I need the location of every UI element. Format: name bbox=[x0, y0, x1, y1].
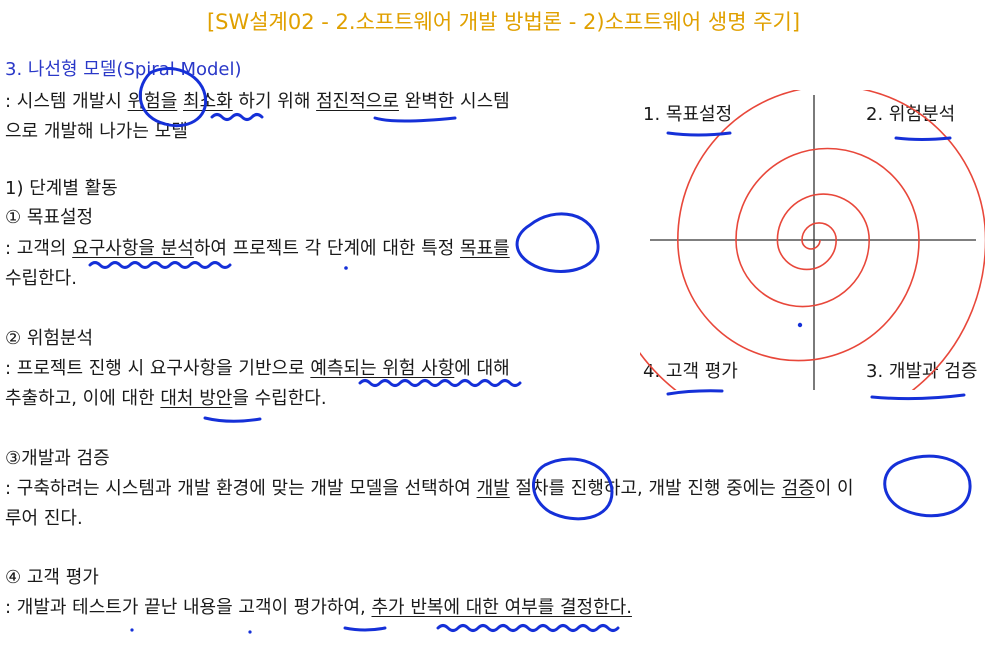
step3-keyword-verify: 검증 bbox=[781, 478, 815, 499]
spiral-model-diagram bbox=[640, 90, 985, 390]
ink-dot bbox=[130, 628, 134, 632]
step1-keyword-analysis: 요구사항을 분석 bbox=[72, 238, 194, 259]
ink-wave bbox=[88, 261, 232, 269]
keyword-incremental: 점진적으로 bbox=[316, 91, 399, 112]
ink-underline bbox=[373, 116, 457, 123]
ink-wave bbox=[210, 113, 264, 121]
step2-text: 에 대해 bbox=[454, 358, 510, 379]
step4-keyword-decision: 추가 반복에 대한 여부를 결정한다. bbox=[371, 597, 632, 618]
ink-wave bbox=[358, 379, 522, 387]
step2-title: ② 위험분석 bbox=[5, 328, 94, 349]
step2-text: 을 수립한다. bbox=[232, 388, 327, 409]
step2-line-1: : 프로젝트 진행 시 요구사항을 기반으로 예측되는 위험 사항에 대해 bbox=[5, 357, 510, 381]
step2-keyword-countermeasure: 대처 방안 bbox=[160, 388, 233, 409]
step3-text: 절차를 진행하고, 개발 진행 중에는 bbox=[509, 478, 782, 499]
step3-text: 이 이 bbox=[814, 478, 854, 499]
step1-line-1: : 고객의 요구사항을 분석하여 프로젝트 각 단계에 대한 특정 목표를 bbox=[5, 237, 510, 261]
ink-underline bbox=[343, 626, 387, 632]
step3-title: ③개발과 검증 bbox=[5, 448, 110, 469]
definition-text: : 시스템 개발시 bbox=[5, 91, 128, 112]
ink-underline bbox=[666, 389, 724, 396]
step4-line-1: : 개발과 테스트가 끝난 내용을 고객이 평가하여, 추가 반복에 대한 여부… bbox=[5, 596, 632, 620]
step3-keyword-develop: 개발 bbox=[476, 478, 510, 499]
step2-line-2: 추출하고, 이에 대한 대처 방안을 수립한다. bbox=[5, 387, 327, 411]
step4-title: ④ 고객 평가 bbox=[5, 567, 99, 588]
section-heading: 3. 나선형 모델(Spiral Model) bbox=[5, 59, 242, 80]
ink-wave bbox=[436, 624, 620, 632]
activities-heading: 1) 단계별 활동 bbox=[5, 178, 118, 199]
step1-text: : 고객의 bbox=[5, 238, 73, 259]
definition-text: 완벽한 시스템 bbox=[398, 91, 510, 112]
definition-line-2: 으로 개발해 나가는 모델 bbox=[5, 121, 188, 142]
step1-keyword-goal: 목표를 bbox=[460, 238, 510, 259]
keyword-risk: 위험을 bbox=[127, 91, 178, 112]
ink-underline bbox=[203, 416, 262, 423]
ink-circle bbox=[515, 212, 600, 273]
page-title: [SW설계02 - 2.소프트웨어 개발 방법론 - 2)소프트웨어 생명 주기… bbox=[206, 10, 801, 34]
step4-text: : 개발과 테스트가 끝난 내용을 고객이 평가하여, bbox=[5, 597, 372, 618]
ink-dot bbox=[344, 266, 348, 270]
keyword-minimize: 최소화 bbox=[183, 91, 233, 112]
ink-dot bbox=[248, 630, 252, 634]
step1-line-2: 수립한다. bbox=[5, 268, 77, 289]
definition-line-1: : 시스템 개발시 위험을 최소화 하기 위해 점진적으로 완벽한 시스템 bbox=[5, 90, 510, 114]
ink-underline bbox=[870, 393, 966, 401]
step3-line-1: : 구축하려는 시스템과 개발 환경에 맞는 개발 모델을 선택하여 개발 절차… bbox=[5, 477, 854, 501]
step1-text: 하여 프로젝트 각 단계에 대한 특정 bbox=[193, 238, 461, 259]
step2-text: : 프로젝트 진행 시 요구사항을 기반으로 bbox=[5, 358, 311, 379]
step3-line-2: 루어 진다. bbox=[5, 508, 83, 529]
step2-keyword-risk: 예측되는 위험 사항 bbox=[310, 358, 455, 379]
ink-circle bbox=[883, 454, 972, 518]
step1-title: ① 목표설정 bbox=[5, 207, 94, 228]
definition-text: 하기 위해 bbox=[232, 91, 317, 112]
step3-text: : 구축하려는 시스템과 개발 환경에 맞는 개발 모델을 선택하여 bbox=[5, 478, 477, 499]
step2-text: 추출하고, 이에 대한 bbox=[5, 388, 161, 409]
